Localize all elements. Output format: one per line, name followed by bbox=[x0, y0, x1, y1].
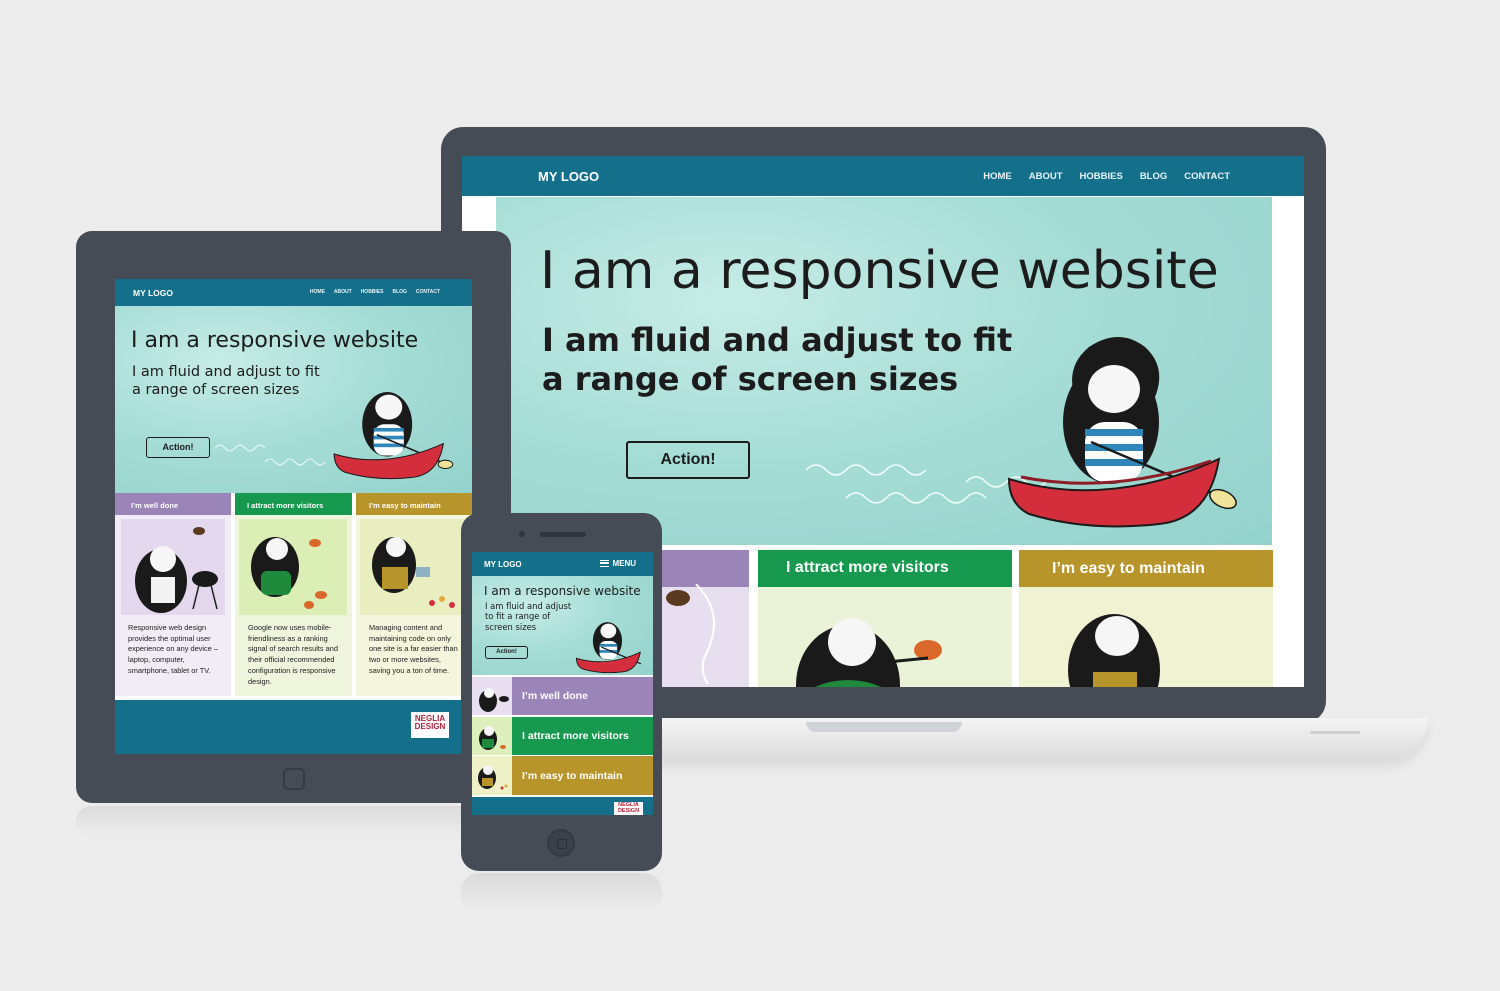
tablet-logo[interactable]: MY LOGO bbox=[133, 288, 173, 298]
laptop-card-visitors: I attract more visitors bbox=[758, 550, 1012, 687]
laptop-nav-bar: MY LOGO HOME ABOUT HOBBIES BLOG CONTACT bbox=[462, 156, 1304, 196]
laptop-logo[interactable]: MY LOGO bbox=[538, 169, 599, 184]
nav-hobbies[interactable]: HOBBIES bbox=[1080, 171, 1123, 182]
phone-speaker bbox=[540, 532, 586, 537]
tablet-screen: MY LOGO HOME ABOUT HOBBIES BLOG CONTACT … bbox=[115, 279, 472, 754]
tablet-waves-icon bbox=[215, 444, 326, 466]
penguin-gardener-icon bbox=[1068, 614, 1160, 687]
penguin-canoe-icon bbox=[1007, 337, 1237, 528]
phone-camera bbox=[519, 531, 525, 537]
tablet-card-visitors-text: Google now uses mobile-friendliness as a… bbox=[248, 623, 338, 686]
tablet-nav-about[interactable]: ABOUT bbox=[334, 289, 352, 295]
laptop-hero-sub-line1: I am fluid and adjust to fit bbox=[542, 321, 1013, 359]
tablet-card-visitors-title: I attract more visitors bbox=[235, 493, 352, 515]
phone-thumb-garden bbox=[472, 756, 512, 795]
nav-about[interactable]: ABOUT bbox=[1029, 171, 1063, 182]
tablet-hero: I am a responsive website I am fluid and… bbox=[115, 306, 472, 493]
tablet-badge-line2: DESIGN bbox=[414, 722, 446, 732]
tablet-home-button[interactable] bbox=[283, 768, 305, 790]
tablet-menu: HOME ABOUT HOBBIES BLOG CONTACT bbox=[310, 289, 440, 295]
phone-row-well-done-label: I’m well done bbox=[512, 677, 653, 715]
phone-menu-toggle[interactable]: MENU bbox=[600, 559, 636, 568]
penguin-bird-icon bbox=[796, 618, 942, 687]
tablet-hero-title: I am a responsive website bbox=[131, 328, 419, 353]
phone-hero-sub-line2: to fit a range of bbox=[485, 611, 551, 622]
tablet-card-well-done-text: Responsive web design provides the optim… bbox=[128, 623, 218, 675]
tablet-penguin-canoe-icon bbox=[333, 392, 454, 480]
phone-thumb-chef bbox=[472, 677, 512, 715]
tablet-reflection bbox=[76, 806, 511, 836]
tablet-action-button[interactable]: Action! bbox=[146, 437, 210, 458]
tablet-card-well-done-title: I’m well done bbox=[115, 493, 231, 515]
tablet-penguin-bird-icon bbox=[239, 519, 347, 615]
laptop-card-maintain: I’m easy to maintain bbox=[1019, 550, 1273, 687]
laptop-action-button[interactable]: Action! bbox=[626, 441, 750, 479]
penguin-watering-icon bbox=[360, 519, 468, 615]
phone-hero-title: I am a responsive website bbox=[484, 584, 641, 598]
phone-row-maintain[interactable]: I’m easy to maintain bbox=[472, 756, 653, 795]
phone-hero-sub-line1: I am fluid and adjust bbox=[485, 601, 572, 611]
tablet-nav-hobbies[interactable]: HOBBIES bbox=[361, 289, 384, 295]
nav-blog[interactable]: BLOG bbox=[1140, 171, 1167, 182]
laptop-hero-subtitle: I am fluid and adjust to fit a range of … bbox=[542, 321, 1012, 399]
phone-penguin-canoe-icon bbox=[575, 622, 642, 674]
laptop-hero: I am a responsive website I am fluid and… bbox=[496, 197, 1272, 545]
phone-hero: I am a responsive website I am fluid and… bbox=[472, 576, 653, 675]
phone-bird-icon bbox=[479, 726, 506, 750]
spatula-icon bbox=[666, 584, 715, 684]
tablet-nav-bar: MY LOGO HOME ABOUT HOBBIES BLOG CONTACT bbox=[115, 279, 472, 306]
laptop-card-maintain-title: I’m easy to maintain bbox=[1019, 550, 1273, 587]
laptop-slot bbox=[1310, 731, 1360, 734]
phone-row-well-done[interactable]: I’m well done bbox=[472, 677, 653, 715]
phone-screen: MY LOGO MENU I am a responsive website I… bbox=[472, 552, 653, 815]
phone-home-button[interactable] bbox=[547, 829, 575, 857]
phone-chef-icon bbox=[479, 688, 509, 712]
phone-thumb-bird bbox=[472, 717, 512, 755]
phone-row-visitors[interactable]: I attract more visitors bbox=[472, 717, 653, 755]
phone-menu-label: MENU bbox=[612, 559, 636, 568]
tablet-hero-sub-line1: I am fluid and adjust to fit bbox=[132, 364, 320, 380]
laptop-notch bbox=[806, 722, 962, 732]
phone-badge-line2: DESIGN bbox=[617, 807, 640, 814]
tablet-card-well-done: I’m well done Responsive web design prov… bbox=[115, 493, 231, 696]
phone-neglia-badge[interactable]: NEGLIA DESIGN bbox=[614, 802, 643, 815]
tablet-nav-blog[interactable]: BLOG bbox=[392, 289, 406, 295]
tablet-footer: NEGLIA DESIGN bbox=[115, 700, 472, 754]
phone-hero-subtitle: I am fluid and adjust to fit a range of … bbox=[485, 601, 571, 632]
penguin-chef-icon bbox=[121, 519, 225, 615]
phone-logo[interactable]: MY LOGO bbox=[484, 560, 522, 569]
phone-hero-sub-line3: screen sizes bbox=[485, 621, 537, 632]
phone-row-maintain-label: I’m easy to maintain bbox=[512, 756, 653, 795]
tablet-card-maintain: I’m easy to maintain Managing content an… bbox=[356, 493, 472, 696]
laptop-card-visitors-title: I attract more visitors bbox=[758, 550, 1012, 587]
tablet-neglia-badge[interactable]: NEGLIA DESIGN bbox=[411, 712, 449, 738]
tablet-card-maintain-title: I’m easy to maintain bbox=[356, 493, 472, 515]
hamburger-icon bbox=[600, 560, 610, 567]
nav-home[interactable]: HOME bbox=[983, 171, 1012, 182]
phone-nav-bar: MY LOGO MENU bbox=[472, 552, 653, 576]
tablet-nav-home[interactable]: HOME bbox=[310, 289, 325, 295]
phone-footer: NEGLIA DESIGN bbox=[472, 797, 653, 815]
phone-action-button[interactable]: Action! bbox=[485, 646, 528, 659]
tablet-nav-contact[interactable]: CONTACT bbox=[416, 289, 440, 295]
laptop-hero-title: I am a responsive website bbox=[540, 241, 1219, 301]
tablet-hero-sub-line2: a range of screen sizes bbox=[132, 381, 300, 398]
tablet-card-maintain-text: Managing content and maintaining code on… bbox=[369, 623, 458, 675]
tablet-card-visitors: I attract more visitors Google now uses … bbox=[235, 493, 352, 696]
phone-reflection bbox=[461, 873, 662, 913]
phone-row-visitors-label: I attract more visitors bbox=[512, 717, 653, 755]
laptop-hero-sub-line2: a range of screen sizes bbox=[542, 360, 959, 399]
nav-contact[interactable]: CONTACT bbox=[1184, 171, 1230, 182]
phone-garden-icon bbox=[478, 765, 508, 790]
laptop-menu: HOME ABOUT HOBBIES BLOG CONTACT bbox=[983, 171, 1230, 182]
tablet-hero-subtitle: I am fluid and adjust to fit a range of … bbox=[132, 364, 320, 399]
